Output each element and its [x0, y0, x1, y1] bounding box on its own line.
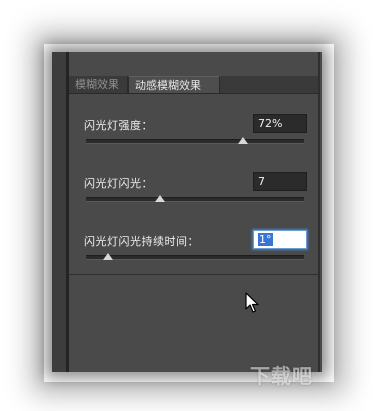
tab-motion-blur-effect[interactable]: 动感模糊效果: [128, 76, 220, 93]
strobe-flashes-field[interactable]: 7: [253, 172, 307, 191]
strobe-flashes-track[interactable]: [86, 197, 304, 202]
tab-bar: 模糊效果 动感模糊效果: [69, 76, 318, 94]
strobe-flashes-label: 闪光灯闪光：: [84, 177, 153, 190]
strobe-flashes-slider-thumb[interactable]: [155, 195, 166, 202]
strobe-strength-slider-thumb[interactable]: [237, 137, 248, 144]
strobe-duration-track[interactable]: [86, 255, 304, 260]
strobe-strength-field[interactable]: 72%: [253, 114, 307, 133]
tab-blur-effect[interactable]: 模糊效果: [69, 76, 128, 93]
panel-right-divider: [318, 52, 320, 372]
watermark-logo: 下载吧: [250, 364, 313, 388]
mouse-pointer-icon: [245, 292, 259, 313]
strobe-duration-label: 闪光灯闪光持续时间：: [84, 235, 199, 248]
section-divider: [69, 274, 318, 275]
strobe-duration-field[interactable]: 1°: [253, 230, 307, 249]
strobe-strength-label: 闪光灯强度：: [84, 119, 153, 132]
selected-value-text: 1°: [258, 233, 273, 246]
strobe-duration-slider-thumb[interactable]: [102, 253, 113, 260]
strobe-strength-track[interactable]: [86, 139, 304, 144]
